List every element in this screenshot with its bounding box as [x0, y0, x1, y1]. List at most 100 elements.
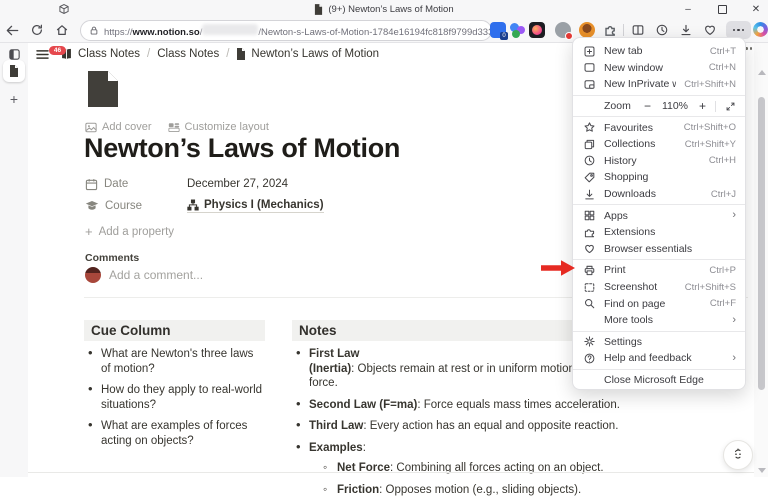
menu-item-label: New tab — [604, 45, 702, 57]
menu-item-shopping[interactable]: Shopping — [573, 169, 745, 186]
refresh-button[interactable] — [27, 20, 47, 40]
add-property-button[interactable]: +Add a property — [85, 224, 174, 239]
extensions-icon — [582, 225, 596, 239]
menu-item-label: Downloads — [604, 188, 703, 200]
menu-item-label: History — [604, 155, 701, 167]
property-row-course[interactable]: Course Physics I (Mechanics) — [85, 197, 324, 215]
cue-column-header[interactable]: Cue Column — [84, 320, 265, 341]
annotation-arrow — [540, 258, 576, 278]
extension-photo-icon[interactable] — [529, 22, 545, 38]
menu-separator — [573, 204, 745, 205]
breadcrumb-item[interactable]: Newton’s Laws of Motion — [251, 48, 379, 60]
menu-item-browser-essentials[interactable]: Browser essentials — [573, 241, 745, 258]
breadcrumb: 46 Class Notes / Class Notes / Newton’s … — [36, 46, 379, 62]
add-cover-button[interactable]: Add cover — [85, 121, 152, 133]
redacted-workspace — [202, 24, 258, 35]
url-text: https://www.notion.so//Newton-s-Laws-of-… — [104, 24, 492, 38]
settings-icon — [582, 335, 596, 349]
menu-shortcut: Ctrl+T — [710, 46, 736, 57]
scroll-up-arrow[interactable] — [758, 70, 766, 75]
menu-shortcut: Ctrl+H — [709, 155, 736, 166]
menu-item-apps[interactable]: Apps› — [573, 207, 745, 224]
user-avatar — [85, 267, 101, 283]
menu-shortcut: Ctrl+Shift+N — [684, 79, 736, 90]
apps-icon — [582, 209, 596, 223]
history-icon — [582, 154, 596, 168]
copilot-icon[interactable] — [753, 22, 768, 37]
submenu-arrow-icon: › — [732, 315, 736, 326]
menu-item-label: Print — [604, 264, 701, 276]
menu-item-settings[interactable]: Settings — [573, 334, 745, 351]
extension-password-icon[interactable]: 0 — [490, 22, 506, 38]
zoom-in-button[interactable]: + — [699, 99, 706, 113]
property-value-course[interactable]: Physics I (Mechanics) — [187, 199, 324, 213]
menu-item-close-microsoft-edge[interactable]: Close Microsoft Edge — [573, 372, 745, 389]
page-icon-small — [236, 48, 246, 60]
menu-item-new-tab[interactable]: New tab Ctrl+T — [573, 43, 745, 60]
menu-item-more-tools[interactable]: More tools › — [573, 312, 745, 329]
customize-layout-button[interactable]: Customize layout — [168, 121, 269, 133]
find-on-page-icon — [582, 297, 596, 311]
menu-item-print[interactable]: PrintCtrl+P — [573, 262, 745, 279]
breadcrumb-item[interactable]: Class Notes — [78, 48, 140, 60]
help-icon — [582, 351, 596, 365]
window-title: (9+) Newton’s Laws of Motion — [328, 4, 453, 15]
menu-item-find-on-page[interactable]: Find on pageCtrl+F — [573, 295, 745, 312]
fullscreen-icon[interactable] — [725, 101, 736, 112]
note-item: Second Law (F=ma): Force equals mass tim… — [292, 398, 747, 413]
menu-item-screenshot[interactable]: ScreenshotCtrl+Shift+S — [573, 279, 745, 296]
new-inprivate-icon — [582, 77, 596, 91]
menu-item-new-inprivate-window[interactable]: New InPrivate window Ctrl+Shift+N — [573, 76, 745, 93]
maximize-button[interactable] — [716, 3, 728, 15]
menu-shortcut: Ctrl+N — [709, 62, 736, 73]
menu-separator — [573, 259, 745, 260]
menu-item-label: New InPrivate window — [604, 78, 676, 90]
new-window-icon — [582, 61, 596, 75]
comments-label: Comments — [85, 252, 139, 264]
menu-item-label: Extensions — [604, 226, 728, 238]
sidebar-menu-icon[interactable]: 46 — [36, 49, 49, 60]
menu-item-downloads[interactable]: Downloads Ctrl+J — [573, 186, 745, 203]
home-button[interactable] — [52, 20, 72, 40]
close-button[interactable]: ✕ — [750, 3, 762, 15]
menu-item-new-window[interactable]: New windowCtrl+N — [573, 60, 745, 77]
collections-icon — [582, 137, 596, 151]
scrollbar-thumb[interactable] — [758, 97, 765, 390]
browser-essentials-icon — [582, 242, 596, 256]
breadcrumb-item[interactable]: Class Notes — [157, 48, 219, 60]
menu-separator — [573, 116, 745, 117]
property-row-date[interactable]: Date December 27, 2024 — [85, 175, 288, 193]
comment-input[interactable]: Add a comment... — [109, 268, 203, 282]
menu-shortcut: Ctrl+F — [710, 298, 736, 309]
menu-item-label: More tools — [604, 314, 724, 326]
menu-item-label: Settings — [604, 336, 728, 348]
content-bottom-divider — [28, 472, 768, 473]
notion-ai-button[interactable] — [723, 440, 753, 470]
favourites-icon — [582, 121, 596, 135]
cue-column-list: What are Newton's three laws of motion?H… — [84, 347, 266, 455]
minimize-button[interactable]: – — [682, 3, 694, 15]
menu-item-help-and-feedback[interactable]: Help and feedback› — [573, 350, 745, 367]
new-tab-plus-button[interactable]: + — [3, 89, 25, 109]
vertical-tab-strip: + — [0, 43, 28, 477]
extension-monkey-icon[interactable] — [579, 22, 595, 38]
extensions-puzzle-icon[interactable] — [603, 22, 619, 38]
address-bar[interactable]: https://www.notion.so//Newton-s-Laws-of-… — [80, 20, 492, 41]
zoom-out-button[interactable]: − — [644, 99, 651, 113]
new-tab-icon — [582, 44, 596, 58]
menu-shortcut: Ctrl+J — [711, 189, 736, 200]
menu-item-favourites[interactable]: FavouritesCtrl+Shift+O — [573, 119, 745, 136]
edge-settings-menu: New tab Ctrl+T New windowCtrl+NNew InPriva… — [572, 37, 746, 390]
cue-item: What are Newton's three laws of motion? — [84, 347, 266, 376]
menu-item-extensions[interactable]: Extensions — [573, 224, 745, 241]
page-icon-large[interactable] — [86, 70, 120, 108]
page-scrollbar[interactable] — [754, 43, 768, 477]
extension-colorful-icon[interactable] — [509, 22, 525, 38]
extension-blocker-icon[interactable] — [555, 22, 571, 38]
menu-item-collections[interactable]: CollectionsCtrl+Shift+Y — [573, 136, 745, 153]
menu-item-label: Shopping — [604, 171, 728, 183]
active-tab[interactable] — [3, 60, 25, 82]
menu-item-history[interactable]: History Ctrl+H — [573, 153, 745, 170]
scroll-down-arrow[interactable] — [758, 468, 766, 473]
back-button[interactable] — [2, 20, 22, 40]
